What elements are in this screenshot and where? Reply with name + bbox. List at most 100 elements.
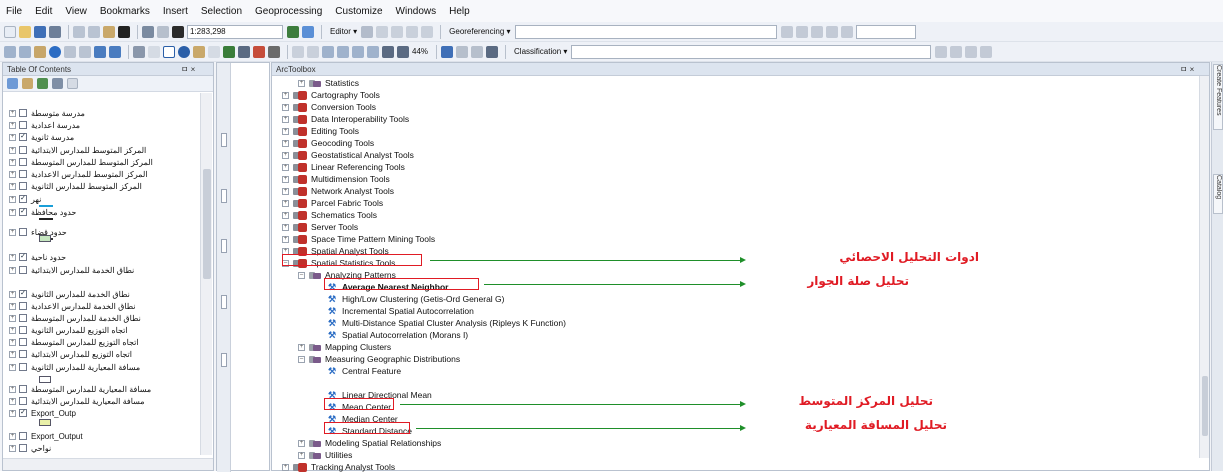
expand-icon[interactable]: + <box>298 439 305 447</box>
layer-expand-icon[interactable]: + <box>9 363 16 371</box>
layout-tool-icon-2[interactable] <box>307 45 319 58</box>
georef-tool-icon-2[interactable] <box>795 25 808 38</box>
toc-window-icon[interactable] <box>302 25 314 38</box>
layer-expand-icon[interactable]: + <box>9 302 16 310</box>
menu-insert[interactable]: Insert <box>163 6 188 17</box>
layer-visibility-checkbox[interactable] <box>19 228 27 236</box>
layer-visibility-checkbox[interactable] <box>19 314 27 322</box>
toolset-node[interactable]: + Mapping Clusters <box>298 341 391 353</box>
fixed-zoom-out-icon[interactable] <box>79 45 91 58</box>
editor-menu[interactable]: Editor ▾ <box>330 27 357 36</box>
toc-layer-item[interactable]: + اتجاه التوزيع للمدارس الابتدائية <box>9 348 201 360</box>
layer-visibility-checkbox[interactable] <box>19 170 27 178</box>
layer-expand-icon[interactable]: + <box>9 121 16 129</box>
toc-layer-item[interactable]: + ✓ Export_Outp <box>9 407 201 419</box>
layer-visibility-checkbox[interactable] <box>19 158 27 166</box>
select-elements-icon[interactable] <box>163 45 175 58</box>
toolbox-node[interactable]: + Parcel Fabric Tools <box>282 197 383 209</box>
toolbox-node[interactable]: + Data Interoperability Tools <box>282 113 409 125</box>
find-icon[interactable] <box>238 45 250 58</box>
zoom-out-icon[interactable] <box>19 45 31 58</box>
georef-tool-icon-5[interactable] <box>840 25 853 38</box>
arctoolbox-scrollbar[interactable] <box>1199 76 1209 458</box>
full-extent-icon[interactable] <box>49 45 61 58</box>
georef-tool-icon-4[interactable] <box>825 25 838 38</box>
collapse-icon[interactable]: – <box>298 271 305 279</box>
toolbox-node[interactable]: + Schematics Tools <box>282 209 377 221</box>
collapse-icon[interactable]: – <box>298 355 305 363</box>
toolbox-node[interactable]: + Multidimension Tools <box>282 173 390 185</box>
tool-item[interactable]: ⚒ Central Feature <box>328 365 401 377</box>
list-by-drawing-order-icon[interactable] <box>7 78 18 89</box>
layer-visibility-checkbox[interactable] <box>19 397 27 405</box>
layout-zoom-percent[interactable]: 44% <box>412 47 428 56</box>
layer-visibility-checkbox[interactable]: ✓ <box>19 133 27 141</box>
toc-layer-item[interactable]: + المركز المتوسط للمدارس الابتدائية <box>9 144 201 156</box>
classification-tool-icon-3[interactable] <box>965 45 978 58</box>
editor-toolbar-icon[interactable] <box>287 25 299 38</box>
layer-expand-icon[interactable]: + <box>9 182 16 190</box>
layer-expand-icon[interactable]: + <box>9 133 16 141</box>
layer-expand-icon[interactable]: + <box>9 397 16 405</box>
layer-expand-icon[interactable]: + <box>9 290 16 298</box>
layer-expand-icon[interactable]: + <box>9 314 16 322</box>
layer-expand-icon[interactable]: + <box>9 266 16 274</box>
redo-icon[interactable] <box>157 25 169 38</box>
layer-expand-icon[interactable]: + <box>9 228 16 236</box>
trace-icon[interactable] <box>391 25 404 38</box>
list-by-source-icon[interactable] <box>22 78 33 89</box>
list-by-visibility-icon[interactable] <box>37 78 48 89</box>
expand-icon[interactable]: + <box>282 127 289 135</box>
layout-tool-icon-1[interactable] <box>292 45 304 58</box>
toc-layer-item[interactable]: + المركز المتوسط للمدارس المتوسطة <box>9 156 201 168</box>
expand-icon[interactable]: + <box>298 79 305 87</box>
expand-icon[interactable]: + <box>282 151 289 159</box>
layer-visibility-checkbox[interactable]: ✓ <box>19 208 27 216</box>
tool-item[interactable]: ⚒ Incremental Spatial Autocorrelation <box>328 305 474 317</box>
list-by-selection-icon[interactable] <box>52 78 63 89</box>
layer-expand-icon[interactable]: + <box>9 338 16 346</box>
classification-menu[interactable]: Classification ▾ <box>514 47 567 56</box>
toolset-node[interactable]: + Utilities <box>298 449 352 461</box>
layout-actual-size-icon[interactable] <box>367 45 379 58</box>
menu-selection[interactable]: Selection <box>201 6 242 17</box>
expand-icon[interactable]: + <box>282 235 289 243</box>
layer-visibility-checkbox[interactable] <box>19 302 27 310</box>
classification-tool-icon-1[interactable] <box>935 45 948 58</box>
expand-icon[interactable]: + <box>282 103 289 111</box>
layer-visibility-checkbox[interactable]: ✓ <box>19 409 27 417</box>
toolset-node[interactable]: + Modeling Spatial Relationships <box>298 437 441 449</box>
go-to-xy-icon[interactable] <box>268 45 280 58</box>
expand-icon[interactable]: + <box>282 463 289 471</box>
layer-expand-icon[interactable]: + <box>9 253 16 261</box>
toolbox-node[interactable]: + Space Time Pattern Mining Tools <box>282 233 435 245</box>
layout-full-page-icon[interactable] <box>352 45 364 58</box>
layer-visibility-checkbox[interactable]: ✓ <box>19 290 27 298</box>
layer-expand-icon[interactable]: + <box>9 385 16 393</box>
measure-icon[interactable] <box>223 45 235 58</box>
menu-view[interactable]: View <box>65 6 87 17</box>
data-driven-pages-icon[interactable] <box>486 45 499 58</box>
toolbox-node[interactable]: + Geocoding Tools <box>282 137 374 149</box>
expand-icon[interactable]: + <box>282 91 289 99</box>
georef-tool-icon-3[interactable] <box>810 25 823 38</box>
tool-item[interactable]: ⚒ High/Low Clustering (Getis-Ord General … <box>328 293 505 305</box>
menu-file[interactable]: File <box>6 6 22 17</box>
toolset-node[interactable]: – Measuring Geographic Distributions <box>298 353 460 365</box>
toolbox-node[interactable]: + Network Analyst Tools <box>282 185 394 197</box>
create-features-tab[interactable]: Create Features <box>1213 64 1223 130</box>
cut-icon[interactable] <box>73 25 85 38</box>
layer-visibility-checkbox[interactable] <box>19 146 27 154</box>
select-features-icon[interactable] <box>133 45 145 58</box>
menu-geoprocessing[interactable]: Geoprocessing <box>255 6 322 17</box>
toc-vertical-scrollbar[interactable] <box>200 93 212 455</box>
toc-layer-item[interactable]: + ✓ نطاق الخدمة للمدارس الثانوية <box>9 288 201 300</box>
undo-icon[interactable] <box>142 25 154 38</box>
menu-customize[interactable]: Customize <box>335 6 382 17</box>
layer-visibility-checkbox[interactable] <box>19 350 27 358</box>
save-icon[interactable] <box>34 25 46 38</box>
toc-layer-item[interactable]: + ✓ حدود محافظة <box>9 206 201 218</box>
classification-tool-icon-4[interactable] <box>980 45 993 58</box>
map-view-strip[interactable] <box>216 62 270 472</box>
focus-data-frame-icon[interactable] <box>456 45 469 58</box>
